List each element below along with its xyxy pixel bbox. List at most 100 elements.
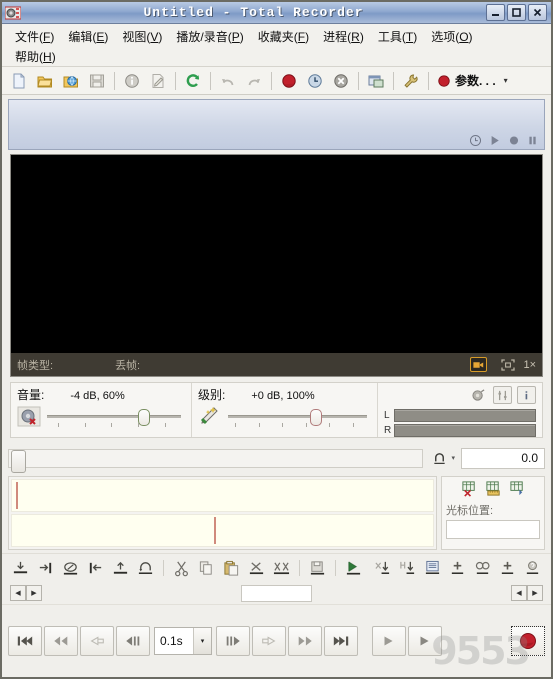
loop-icon[interactable]	[429, 448, 449, 468]
menu-favorites[interactable]: 收藏夹(F)	[251, 26, 316, 47]
add-marker-icon[interactable]	[509, 480, 526, 497]
refresh-icon[interactable]	[181, 69, 205, 93]
record-dot-icon	[438, 74, 450, 87]
mark-down-icon[interactable]	[370, 556, 395, 580]
open-web-icon[interactable]	[59, 69, 83, 93]
delete-all-icon[interactable]	[269, 556, 294, 580]
save-selection-icon[interactable]	[305, 556, 330, 580]
pause-icon[interactable]	[527, 134, 538, 147]
undo-icon[interactable]	[216, 69, 240, 93]
save-icon[interactable]	[85, 69, 109, 93]
menu-view[interactable]: 视图(V)	[115, 26, 169, 47]
split-down-icon[interactable]	[395, 556, 420, 580]
insert-icon[interactable]	[8, 556, 33, 580]
record-icon[interactable]	[277, 69, 301, 93]
waveform-cursor-1[interactable]	[16, 482, 19, 509]
waveform-track-2[interactable]	[11, 514, 434, 547]
move-up-icon[interactable]	[108, 556, 133, 580]
clock-icon[interactable]	[469, 134, 482, 147]
right-spin-next-button[interactable]: ▶	[527, 585, 543, 601]
meter-info-icon[interactable]	[517, 386, 536, 404]
close-button[interactable]	[528, 4, 547, 21]
toolbar-separator	[175, 71, 176, 90]
play-selection-icon[interactable]	[341, 556, 366, 580]
level-header: 级别: +0 dB, 100%	[198, 386, 371, 403]
position-scrollbar-thumb[interactable]	[11, 449, 26, 473]
volume-slider[interactable]	[47, 406, 181, 428]
step-forward-button[interactable]	[216, 626, 250, 656]
sound-device-icon[interactable]	[469, 386, 488, 404]
settings-wrench-icon[interactable]	[399, 69, 423, 93]
rewind-button[interactable]	[44, 626, 78, 656]
waveform-cursor-2[interactable]	[214, 517, 217, 544]
menu-tools[interactable]: 工具(T)	[371, 26, 424, 47]
find-region-icon[interactable]	[470, 556, 495, 580]
speed-chevron-down-icon[interactable]: ▾	[193, 628, 211, 654]
play-icon[interactable]	[489, 134, 501, 147]
speed-selector[interactable]: 0.1s ▾	[154, 627, 212, 655]
transport-bar: 0.1s ▾ 9553	[2, 604, 551, 677]
measure-marker-icon[interactable]	[485, 480, 502, 497]
rewind-to-start-button[interactable]	[8, 626, 42, 656]
video-canvas[interactable]	[11, 155, 542, 353]
waveform-track-1[interactable]	[11, 479, 434, 512]
cursor-position-field[interactable]	[446, 520, 540, 539]
menu-process[interactable]: 进程(R)	[316, 26, 371, 47]
meter-left-bar	[394, 409, 536, 422]
forward-to-end-button[interactable]	[324, 626, 358, 656]
help-region-icon[interactable]	[520, 556, 545, 580]
menu-file[interactable]: 文件(F)	[8, 26, 61, 47]
record-dot-icon[interactable]	[508, 134, 520, 147]
delete-marker-icon[interactable]	[461, 480, 478, 497]
position-scrollbar[interactable]	[8, 448, 424, 473]
record-button[interactable]	[511, 626, 545, 656]
stop-icon[interactable]	[329, 69, 353, 93]
mixer-icon[interactable]	[493, 386, 512, 404]
level-slider[interactable]	[228, 406, 367, 428]
menu-help[interactable]: 帮助(H)	[8, 46, 63, 67]
move-left-icon[interactable]	[83, 556, 108, 580]
fit-to-window-icon[interactable]	[501, 358, 516, 371]
menu-options[interactable]: 选项(O)	[424, 26, 479, 47]
left-spin-next-button[interactable]: ▶	[26, 585, 42, 601]
overwrite-icon[interactable]	[58, 556, 83, 580]
add-region-icon[interactable]	[445, 556, 470, 580]
left-spin-prev-button[interactable]: ◀	[10, 585, 26, 601]
spin-text-field[interactable]	[241, 584, 312, 602]
copy-icon[interactable]	[194, 556, 219, 580]
video-camera-icon[interactable]	[470, 357, 488, 372]
info-icon[interactable]	[120, 69, 144, 93]
fast-forward-button[interactable]	[288, 626, 322, 656]
open-file-icon[interactable]	[33, 69, 57, 93]
menu-edit[interactable]: 编辑(E)	[61, 26, 115, 47]
menu-play-record[interactable]: 播放/录音(P)	[169, 26, 250, 47]
maximize-button[interactable]	[507, 4, 526, 21]
split-window-icon[interactable]	[364, 69, 388, 93]
loop-chevron-down-icon[interactable]: ▾	[451, 454, 455, 462]
paste-icon[interactable]	[219, 556, 244, 580]
redo-icon[interactable]	[242, 69, 266, 93]
level-wizard-icon[interactable]	[198, 406, 224, 428]
play-button[interactable]	[408, 626, 442, 656]
step-back-button[interactable]	[116, 626, 150, 656]
list-view-icon[interactable]	[420, 556, 445, 580]
minimize-button[interactable]	[486, 4, 505, 21]
video-zoom-level[interactable]: 1×	[523, 359, 536, 371]
right-spin-prev-button[interactable]: ◀	[511, 585, 527, 601]
delete-selection-icon[interactable]	[244, 556, 269, 580]
edit-properties-icon[interactable]	[146, 69, 170, 93]
new-file-icon[interactable]	[7, 69, 31, 93]
play-pause-button[interactable]	[372, 626, 406, 656]
mark-back-button[interactable]	[80, 626, 114, 656]
mute-speaker-icon[interactable]	[17, 406, 43, 428]
cut-icon[interactable]	[169, 556, 194, 580]
waveform-display[interactable]	[8, 476, 437, 550]
append-icon[interactable]	[33, 556, 58, 580]
add-marker-2-icon[interactable]	[495, 556, 520, 580]
meter-left-label: L	[384, 410, 390, 421]
param-button[interactable]: 参数. . . ▾	[433, 69, 512, 93]
rotate-icon[interactable]	[133, 556, 158, 580]
position-value-field[interactable]: 0.0	[461, 447, 545, 469]
schedule-icon[interactable]	[303, 69, 327, 93]
mark-forward-button[interactable]	[252, 626, 286, 656]
